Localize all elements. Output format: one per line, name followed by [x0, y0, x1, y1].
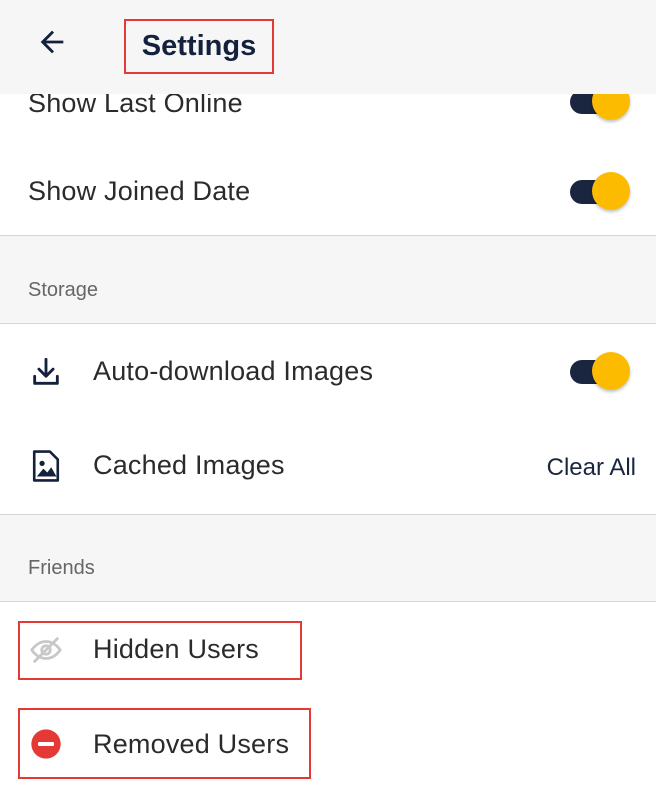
setting-label: Hidden Users [93, 634, 259, 664]
setting-row-hidden-users[interactable]: Hidden Users [0, 602, 656, 698]
show-last-online-toggle[interactable] [570, 94, 630, 122]
setting-label: Cached Images [93, 450, 285, 480]
section-title: Storage [28, 279, 99, 301]
toggle-knob [592, 352, 630, 390]
clear-all-button[interactable]: Clear All [547, 454, 636, 482]
image-icon [28, 448, 64, 484]
setting-row-show-last-online[interactable]: Show Last Online [0, 94, 656, 124]
setting-row-removed-users[interactable]: Removed Users [0, 698, 656, 800]
toggle-knob [592, 172, 630, 210]
settings-screen: Settings Show Last Online Show Joined Da… [0, 0, 656, 800]
show-joined-date-toggle[interactable] [570, 172, 630, 212]
app-bar: Settings [0, 0, 656, 94]
toggle-knob [592, 94, 630, 120]
auto-download-toggle[interactable] [570, 352, 630, 392]
setting-label: Show Joined Date [28, 176, 251, 206]
section-header-storage: Storage [0, 235, 656, 324]
back-button[interactable] [22, 20, 82, 64]
setting-label: Removed Users [93, 729, 290, 759]
eye-off-icon [28, 632, 64, 668]
setting-row-auto-download[interactable]: Auto-download Images [0, 324, 656, 420]
setting-row-show-joined-date[interactable]: Show Joined Date [0, 148, 656, 236]
section-title: Friends [28, 557, 95, 579]
arrow-back-icon [40, 30, 64, 54]
download-icon [28, 354, 64, 390]
setting-label: Show Last Online [28, 94, 243, 118]
section-header-friends: Friends [0, 514, 656, 602]
setting-row-cached-images: Cached Images Clear All [0, 420, 656, 514]
remove-circle-icon [28, 726, 64, 762]
setting-label: Auto-download Images [93, 356, 374, 386]
page-title: Settings [124, 19, 274, 74]
